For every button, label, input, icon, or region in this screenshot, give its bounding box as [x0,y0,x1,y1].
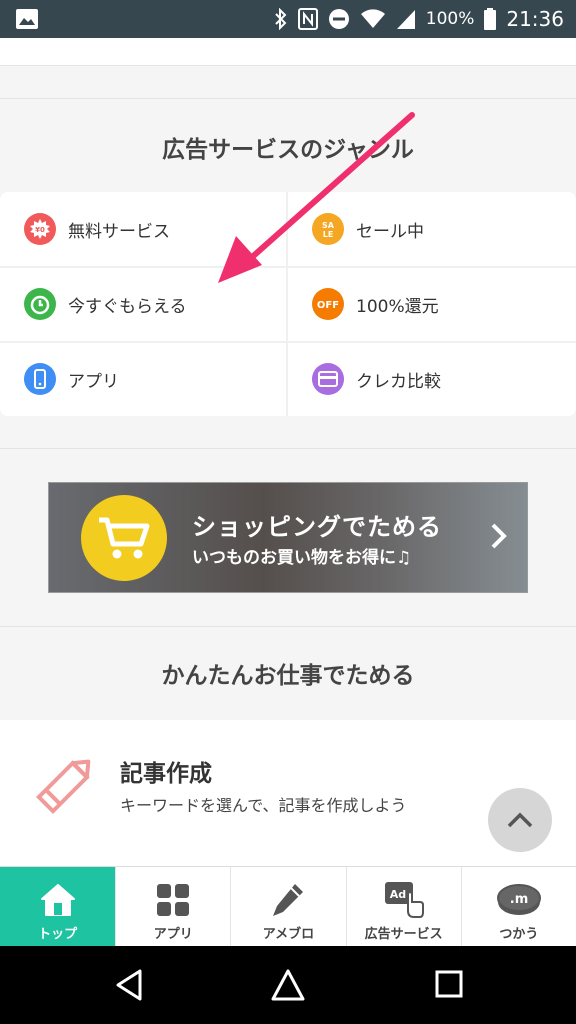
svg-text:SA: SA [322,221,335,230]
wifi-icon [360,9,385,28]
chevron-up-icon [507,812,533,828]
coin-icon: .m [496,881,542,919]
nav-label: トップ [38,927,78,942]
divider [0,448,576,449]
ad-tap-icon: Ad [384,881,424,919]
genre-free-service[interactable]: ¥0 無料サービス [0,192,286,266]
svg-text:.m: .m [510,892,528,907]
nav-top[interactable]: トップ [0,867,116,947]
genre-cashback[interactable]: OFF 100%還元 [288,267,574,341]
top-strip [0,38,576,66]
nav-label: 広告サービス [364,927,443,942]
svg-text:¥0: ¥0 [35,226,45,234]
chevron-right-icon [491,523,507,549]
bottom-nav: トップ アプリ アメブロ Ad 広告サービス .m つかう [0,866,576,947]
sale-icon: SA LE [312,213,344,245]
cart-icon [81,495,167,581]
nav-ad-service[interactable]: Ad 広告サービス [345,867,461,947]
credit-card-icon [312,363,344,395]
nav-label: つかう [499,927,539,942]
genre-label: 無料サービス [68,221,170,242]
genre-label: クレカ比較 [356,371,441,392]
apps-grid-icon [156,881,190,919]
genre-label: アプリ [68,371,119,392]
scroll-to-top-button[interactable] [488,788,552,852]
banner-subtitle: いつものお買い物をお得に♫ [192,548,412,568]
main-content[interactable]: 広告サービスのジャンル ¥0 無料サービス SA LE セール中 今すぐもらえる … [0,38,576,866]
genre-instant[interactable]: 今すぐもらえる [0,267,286,341]
home-circle-icon[interactable] [270,968,306,1002]
pencil-icon [36,759,91,814]
clock-icon [24,288,56,320]
nav-use-points[interactable]: .m つかう [460,867,576,947]
free-badge-icon: ¥0 [24,213,56,245]
nav-apps[interactable]: アプリ [115,867,230,947]
genre-sale[interactable]: SA LE セール中 [288,192,574,266]
nfc-icon [297,8,318,30]
battery-icon [484,8,497,30]
gallery-icon [16,9,38,29]
back-icon[interactable] [114,968,144,1002]
divider [0,98,576,99]
banner-title: ショッピングでためる [192,513,442,541]
recents-icon[interactable] [434,968,464,1002]
dnd-icon [328,9,349,29]
svg-text:LE: LE [323,230,334,239]
svg-text:OFF: OFF [317,300,339,311]
nav-ameblo[interactable]: アメブロ [230,867,345,947]
system-nav-bar [0,946,576,1024]
genre-label: セール中 [356,221,424,242]
genre-grid: ¥0 無料サービス SALE セール中 今すぐもらえる OFF 100%還元 [0,192,576,416]
bluetooth-icon [275,8,287,30]
genre-app[interactable]: アプリ [0,342,286,416]
genre-label: 今すぐもらえる [68,296,187,317]
clock-time: 21:36 [506,7,564,31]
battery-percent: 100% [425,9,475,29]
smartphone-icon [24,363,56,395]
svg-text:Ad: Ad [389,888,405,901]
status-bar: 100% 21:36 [0,0,576,38]
job-title: 記事作成 [120,761,212,787]
off-icon: OFF [312,288,344,320]
home-icon [40,881,76,919]
nav-label: アプリ [153,927,193,942]
divider [0,626,576,627]
job-description: キーワードを選んで、記事を作成しよう [120,796,407,815]
genre-label: 100%還元 [356,296,439,317]
genre-section-title: 広告サービスのジャンル [162,137,414,163]
genre-credit-card[interactable]: クレカ比較 [288,342,574,416]
shopping-banner[interactable]: ショッピングでためる いつものお買い物をお得に♫ [48,482,528,593]
jobs-section-title: かんたんお仕事でためる [161,663,415,689]
signal-icon [396,10,415,29]
job-article-writing[interactable]: 記事作成 キーワードを選んで、記事を作成しよう [0,720,576,866]
pencil-icon [271,881,305,919]
nav-label: アメブロ [262,927,315,942]
